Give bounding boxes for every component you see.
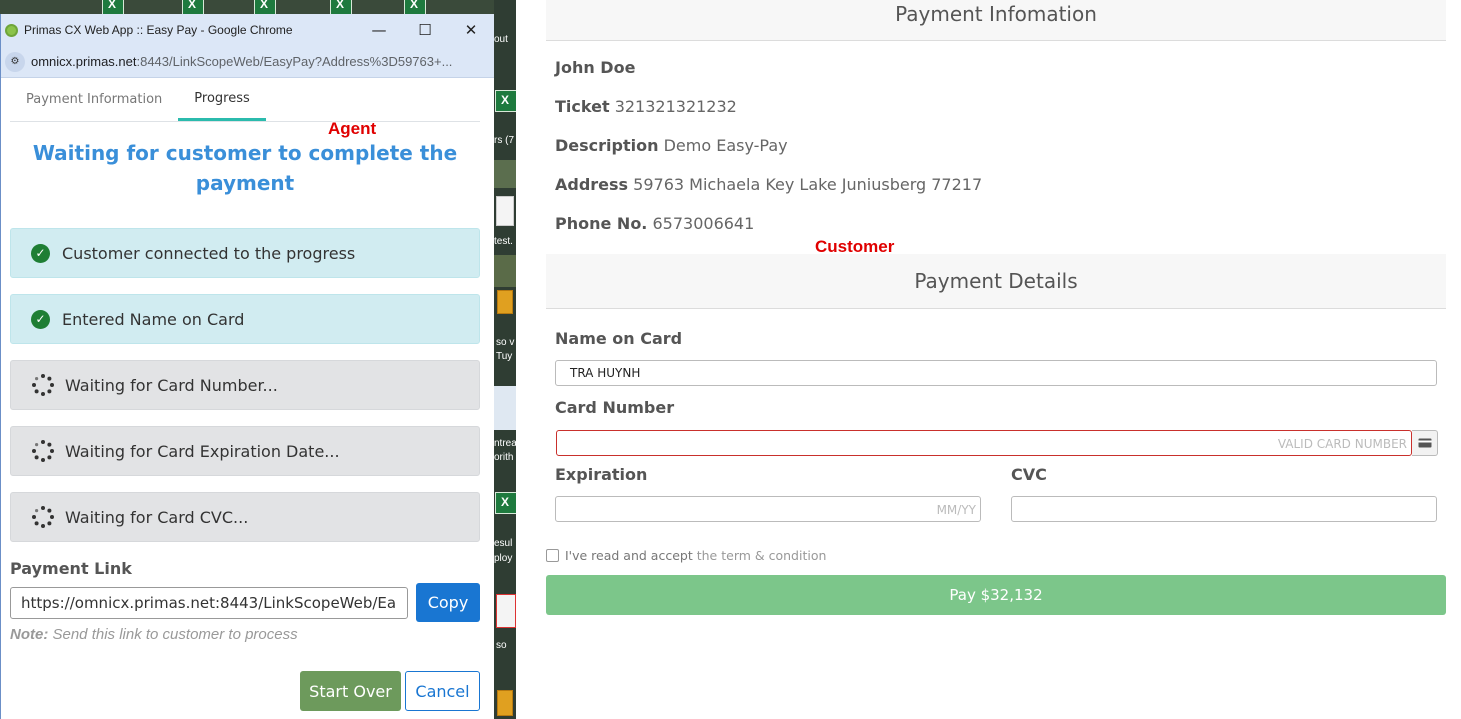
archive-file-icon[interactable]	[497, 690, 513, 716]
payment-details-header: Payment Details	[546, 254, 1446, 309]
desktop-label: orith	[494, 452, 514, 463]
app-favicon-icon	[5, 23, 18, 37]
tab-payment-information[interactable]: Payment Information	[10, 78, 178, 121]
window-titlebar[interactable]: Primas CX Web App :: Easy Pay - Google C…	[1, 14, 494, 46]
agent-browser-window: Primas CX Web App :: Easy Pay - Google C…	[0, 14, 494, 719]
ticket-value: 321321321232	[614, 97, 737, 116]
agent-tabs: Payment Information Progress	[10, 78, 480, 122]
desktop-thumbnail[interactable]	[494, 160, 516, 188]
agent-overlay-label: Agent	[328, 119, 377, 138]
cvc-input[interactable]	[1011, 496, 1437, 522]
cancel-button[interactable]: Cancel	[405, 671, 480, 711]
excel-file-icon[interactable]	[495, 90, 516, 112]
spinner-icon	[32, 440, 54, 462]
desktop-label: so	[496, 640, 507, 651]
terms-text: I've read and accept	[565, 548, 693, 563]
minimize-button[interactable]: —	[356, 14, 402, 46]
agent-panel: Payment Information Progress Agent Waiti…	[1, 78, 494, 719]
card-number-label: Card Number	[555, 398, 675, 417]
payment-link-input[interactable]: https://omnicx.primas.net:8443/LinkScope…	[10, 587, 408, 619]
start-over-button[interactable]: Start Over	[300, 671, 401, 711]
close-button[interactable]: ✕	[448, 14, 494, 46]
payment-information-header: Payment Infomation	[546, 0, 1446, 41]
payment-link-note: Note: Send this link to customer to proc…	[10, 626, 298, 643]
credit-card-glyph-icon	[1418, 438, 1431, 448]
address-label: Address	[555, 175, 629, 194]
name-on-card-label: Name on Card	[555, 329, 683, 348]
waiting-heading: Waiting for customer to complete the pay…	[32, 141, 458, 195]
terms-row: I've read and accept the term & conditio…	[546, 548, 826, 563]
word-file-icon[interactable]	[496, 196, 514, 226]
desktop-label: test.	[494, 236, 513, 247]
check-circle-icon: ✓	[31, 309, 50, 329]
description-label: Description	[555, 136, 659, 155]
screen: out rs (7 test. so v Tuy ntrea orith esu…	[0, 0, 1461, 719]
desktop-label: so v	[496, 337, 515, 348]
desktop-label: Tuy	[496, 351, 513, 362]
url-text[interactable]: omnicx.primas.net:8443/LinkScopeWeb/Easy…	[31, 54, 452, 69]
desktop-thumbnail[interactable]	[494, 255, 516, 287]
phone-value: 6573006641	[652, 214, 755, 233]
phone-line: Phone No. 6573006641	[555, 214, 754, 233]
step-label: Entered Name on Card	[62, 309, 245, 329]
step-label: Waiting for Card Number...	[65, 375, 278, 395]
spinner-icon	[32, 374, 54, 396]
copy-button[interactable]: Copy	[416, 583, 480, 622]
expiration-placeholder: MM/YY	[936, 503, 976, 517]
url-path: :8443/LinkScopeWeb/EasyPay?Address%3D597…	[136, 54, 453, 69]
spinner-icon	[32, 506, 54, 528]
terms-link[interactable]: the term & condition	[697, 548, 827, 563]
archive-file-icon[interactable]	[497, 290, 513, 314]
description-value: Demo Easy-Pay	[663, 136, 788, 155]
desktop-label: ploy	[494, 553, 513, 564]
ticket-label: Ticket	[555, 97, 610, 116]
window-title: Primas CX Web App :: Easy Pay - Google C…	[24, 23, 293, 37]
credit-card-icon	[1412, 430, 1438, 456]
address-value: 59763 Michaela Key Lake Juniusberg 77217	[633, 175, 983, 194]
cvc-label: CVC	[1011, 465, 1047, 484]
site-settings-icon[interactable]: ⚙	[5, 51, 25, 72]
payment-information-section: Payment Infomation John Doe Ticket 32132…	[546, 0, 1446, 252]
tab-progress[interactable]: Progress	[178, 78, 266, 121]
step-card-expiration: Waiting for Card Expiration Date...	[10, 426, 480, 476]
address-line: Address 59763 Michaela Key Lake Juniusbe…	[555, 175, 982, 194]
step-label: Waiting for Card Expiration Date...	[65, 441, 340, 461]
pay-button[interactable]: Pay $32,132	[546, 575, 1446, 615]
customer-name: John Doe	[555, 58, 636, 77]
expiration-label: Expiration	[555, 465, 648, 484]
step-card-number: Waiting for Card Number...	[10, 360, 480, 410]
payment-details-section: Payment Details Name on Card TRA HUYNH C…	[546, 254, 1446, 530]
card-number-input[interactable]: VALID CARD NUMBER	[556, 430, 1412, 456]
maximize-button[interactable]: ☐	[402, 14, 448, 46]
desktop-label: ntrea	[494, 438, 516, 449]
step-customer-connected: ✓ Customer connected to the progress	[10, 228, 480, 278]
desktop-label: out	[494, 34, 508, 45]
phone-label: Phone No.	[555, 214, 648, 233]
excel-file-icon[interactable]	[495, 492, 516, 514]
terms-checkbox[interactable]	[546, 549, 559, 562]
name-on-card-input[interactable]: TRA HUYNH	[555, 360, 1437, 386]
card-number-placeholder: VALID CARD NUMBER	[1277, 437, 1407, 451]
address-bar[interactable]: ⚙ omnicx.primas.net:8443/LinkScopeWeb/Ea…	[1, 46, 494, 78]
payment-link-label: Payment Link	[10, 559, 132, 578]
step-label: Customer connected to the progress	[62, 243, 356, 263]
desktop-label: esul	[494, 538, 513, 549]
description-line: Description Demo Easy-Pay	[555, 136, 788, 155]
desktop-label: rs (7	[494, 135, 514, 146]
note-prefix: Note:	[10, 626, 49, 643]
step-card-cvc: Waiting for Card CVC...	[10, 492, 480, 542]
url-host: omnicx.primas.net	[31, 54, 137, 69]
ticket-line: Ticket 321321321232	[555, 97, 737, 116]
desktop-thumbnail[interactable]	[494, 386, 516, 430]
note-text: Send this link to customer to process	[48, 626, 298, 643]
step-name-on-card: ✓ Entered Name on Card	[10, 294, 480, 344]
check-circle-icon: ✓	[31, 243, 50, 263]
step-label: Waiting for Card CVC...	[65, 507, 249, 527]
pdf-file-icon[interactable]	[496, 594, 516, 628]
expiration-input[interactable]: MM/YY	[555, 496, 981, 522]
